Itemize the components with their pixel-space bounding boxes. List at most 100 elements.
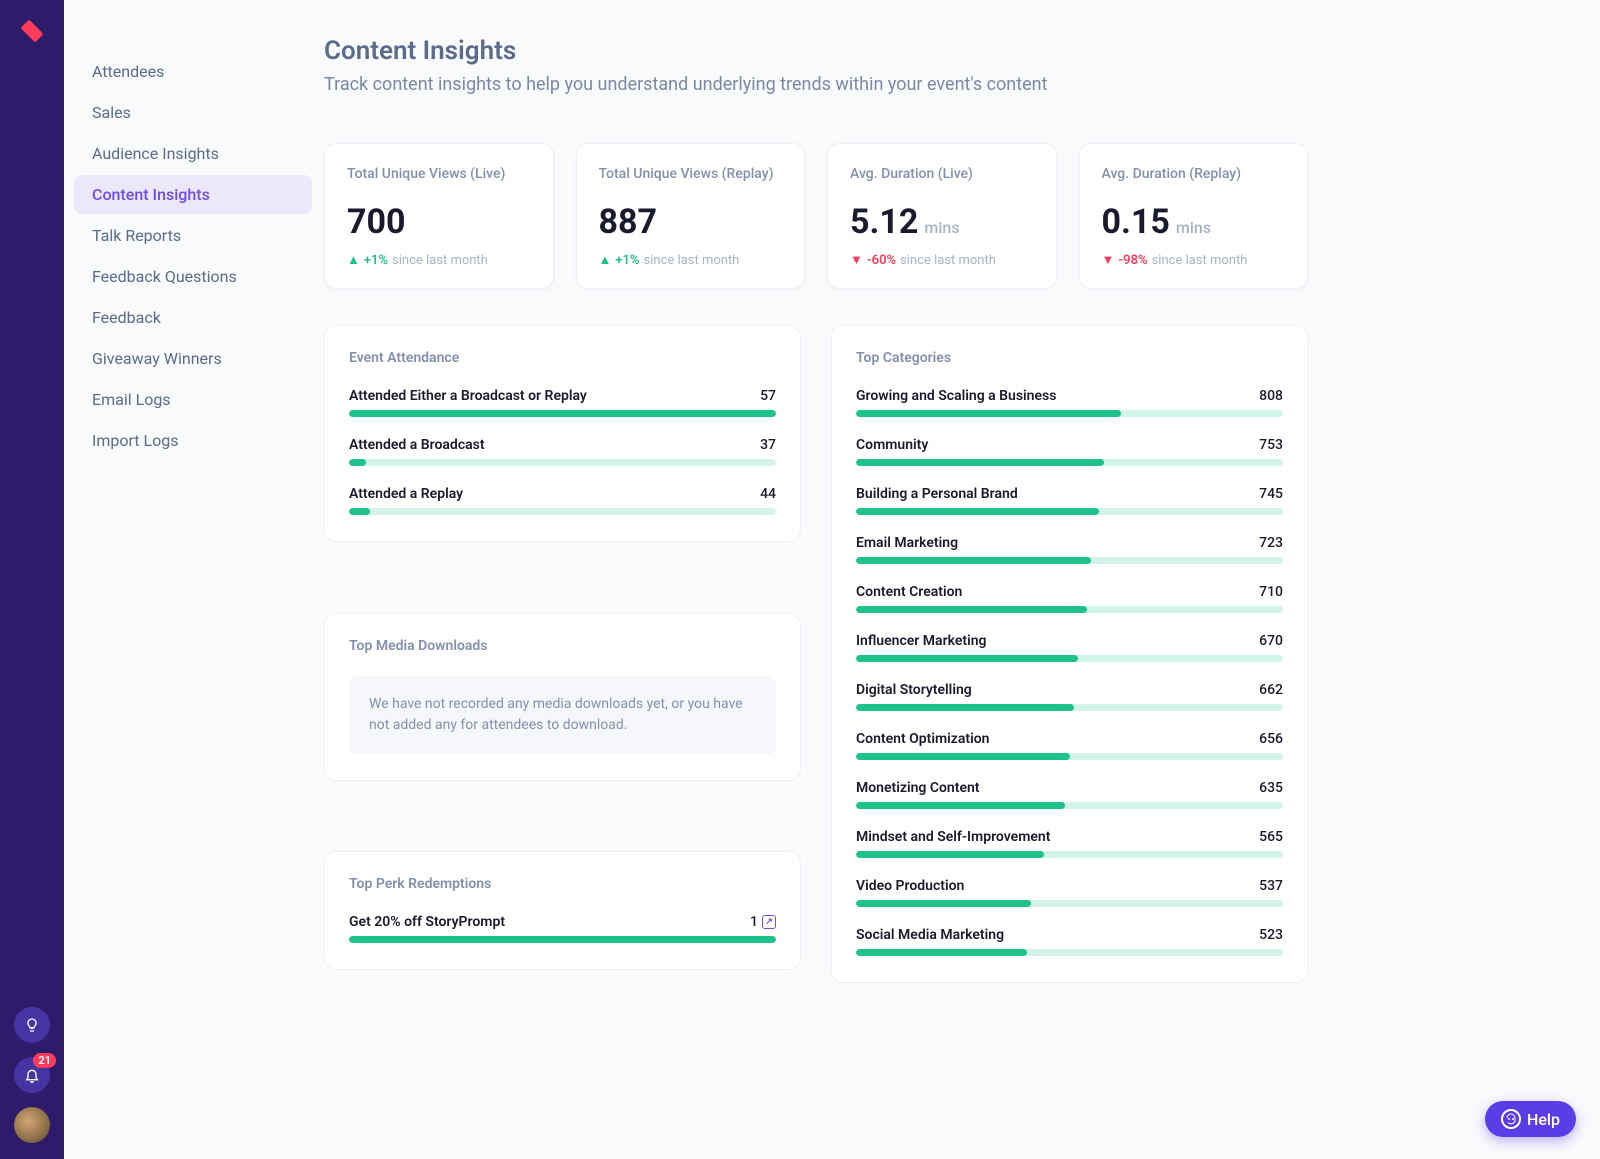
trend-arrow-icon: ▼ bbox=[850, 252, 863, 268]
bar-fill bbox=[856, 900, 1031, 907]
bar-row: Content Creation710 bbox=[856, 584, 1283, 613]
stat-cards: Total Unique Views (Live)700▲+1%since la… bbox=[324, 143, 1308, 289]
bar-value: 710 bbox=[1259, 584, 1283, 600]
bar-row: Influencer Marketing 670 bbox=[856, 633, 1283, 662]
stat-unit: mins bbox=[924, 218, 959, 237]
bar-label: Video Production bbox=[856, 878, 964, 894]
bar-row: Mindset and Self-Improvement565 bbox=[856, 829, 1283, 858]
bar-row: Attended a Replay44 bbox=[349, 486, 776, 515]
bar-row: Digital Storytelling 662 bbox=[856, 682, 1283, 711]
bar-fill bbox=[856, 508, 1099, 515]
bar-value: 537 bbox=[1259, 878, 1283, 894]
bar-label: Attended Either a Broadcast or Replay bbox=[349, 388, 587, 404]
trend-pct: -60% bbox=[867, 253, 896, 268]
sidebar-item-audience-insights[interactable]: Audience Insights bbox=[74, 134, 312, 173]
section-title: Event Attendance bbox=[349, 350, 776, 366]
bar-value: 635 bbox=[1259, 780, 1283, 796]
bar-row: Growing and Scaling a Business808 bbox=[856, 388, 1283, 417]
bar-fill bbox=[856, 606, 1087, 613]
notification-badge: 21 bbox=[33, 1053, 56, 1068]
stat-card: Avg. Duration (Live)5.12mins▼-60%since l… bbox=[827, 143, 1057, 289]
app-logo[interactable] bbox=[15, 14, 49, 48]
stat-card: Total Unique Views (Replay)887▲+1%since … bbox=[576, 143, 806, 289]
bar-track bbox=[856, 508, 1283, 515]
bar-value: 565 bbox=[1259, 829, 1283, 845]
stat-value: 700 bbox=[347, 202, 406, 242]
bar-row: Video Production 537 bbox=[856, 878, 1283, 907]
sidebar-item-feedback[interactable]: Feedback bbox=[74, 298, 312, 337]
bar-label: Influencer Marketing bbox=[856, 633, 987, 649]
bar-track bbox=[349, 459, 776, 466]
stat-label: Total Unique Views (Live) bbox=[347, 166, 531, 182]
trend-tail: since last month bbox=[900, 253, 996, 268]
bar-value: 1 ↗ bbox=[750, 914, 776, 930]
bar-value: 57 bbox=[760, 388, 776, 404]
bar-fill bbox=[349, 410, 776, 417]
stat-label: Avg. Duration (Live) bbox=[850, 166, 1034, 182]
stat-unit: mins bbox=[1176, 218, 1211, 237]
section-title: Top Categories bbox=[856, 350, 1283, 366]
bar-fill bbox=[856, 851, 1044, 858]
bar-fill bbox=[856, 410, 1121, 417]
bar-row: Attended a Broadcast 37 bbox=[349, 437, 776, 466]
sidebar-item-talk-reports[interactable]: Talk Reports bbox=[74, 216, 312, 255]
bar-label: Content Optimization bbox=[856, 731, 990, 747]
page-subtitle: Track content insights to help you under… bbox=[324, 74, 1308, 95]
bar-label: Attended a Broadcast bbox=[349, 437, 485, 453]
stat-value: 887 bbox=[599, 202, 658, 242]
bar-row: Attended Either a Broadcast or Replay 57 bbox=[349, 388, 776, 417]
sidebar-item-content-insights[interactable]: Content Insights bbox=[74, 175, 312, 214]
bar-value: 44 bbox=[760, 486, 776, 502]
sidebar: AttendeesSalesAudience InsightsContent I… bbox=[64, 0, 324, 1159]
bar-fill bbox=[856, 802, 1065, 809]
bar-track bbox=[856, 753, 1283, 760]
bar-value: 745 bbox=[1259, 486, 1283, 502]
trend-tail: since last month bbox=[644, 253, 740, 268]
section-title: Top Perk Redemptions bbox=[349, 876, 776, 892]
bar-label: Monetizing Content bbox=[856, 780, 980, 796]
bar-label: Building a Personal Brand bbox=[856, 486, 1018, 502]
bar-value: 662 bbox=[1259, 682, 1283, 698]
media-downloads-card: Top Media Downloads We have not recorded… bbox=[324, 613, 801, 781]
bar-value: 808 bbox=[1259, 388, 1283, 404]
bar-fill bbox=[349, 936, 776, 943]
top-categories-card: Top Categories Growing and Scaling a Bus… bbox=[831, 325, 1308, 983]
trend-arrow-icon: ▲ bbox=[599, 252, 612, 268]
page-title: Content Insights bbox=[324, 36, 1308, 66]
bar-value: 670 bbox=[1259, 633, 1283, 649]
bar-row: Get 20% off StoryPrompt1 ↗ bbox=[349, 914, 776, 943]
section-title: Top Media Downloads bbox=[349, 638, 776, 654]
external-icon: ↗ bbox=[762, 915, 776, 929]
help-icon bbox=[1501, 1109, 1521, 1129]
bar-track bbox=[856, 802, 1283, 809]
bar-value: 523 bbox=[1259, 927, 1283, 943]
help-label: Help bbox=[1527, 1110, 1560, 1129]
trend-tail: since last month bbox=[1152, 253, 1248, 268]
bar-row: Content Optimization 656 bbox=[856, 731, 1283, 760]
bar-value: 656 bbox=[1259, 731, 1283, 747]
empty-state: We have not recorded any media downloads… bbox=[349, 676, 776, 754]
bar-track bbox=[856, 459, 1283, 466]
sidebar-item-giveaway-winners[interactable]: Giveaway Winners bbox=[74, 339, 312, 378]
bar-value: 37 bbox=[760, 437, 776, 453]
trend-pct: +1% bbox=[615, 253, 639, 268]
bar-row: Community753 bbox=[856, 437, 1283, 466]
trend-arrow-icon: ▲ bbox=[347, 252, 360, 268]
notifications-icon[interactable]: 21 bbox=[14, 1057, 50, 1093]
bar-track bbox=[856, 557, 1283, 564]
bar-fill bbox=[349, 459, 366, 466]
avatar[interactable] bbox=[14, 1107, 50, 1143]
sidebar-item-import-logs[interactable]: Import Logs bbox=[74, 421, 312, 460]
bar-track bbox=[349, 410, 776, 417]
sidebar-item-sales[interactable]: Sales bbox=[74, 93, 312, 132]
lightbulb-icon[interactable] bbox=[14, 1007, 50, 1043]
bar-label: Community bbox=[856, 437, 928, 453]
trend-pct: -98% bbox=[1118, 253, 1147, 268]
sidebar-item-attendees[interactable]: Attendees bbox=[74, 52, 312, 91]
sidebar-item-email-logs[interactable]: Email Logs bbox=[74, 380, 312, 419]
sidebar-item-feedback-questions[interactable]: Feedback Questions bbox=[74, 257, 312, 296]
bar-label: Digital Storytelling bbox=[856, 682, 972, 698]
help-button[interactable]: Help bbox=[1485, 1101, 1576, 1137]
bar-track bbox=[349, 508, 776, 515]
stat-card: Avg. Duration (Replay)0.15mins▼-98%since… bbox=[1079, 143, 1309, 289]
